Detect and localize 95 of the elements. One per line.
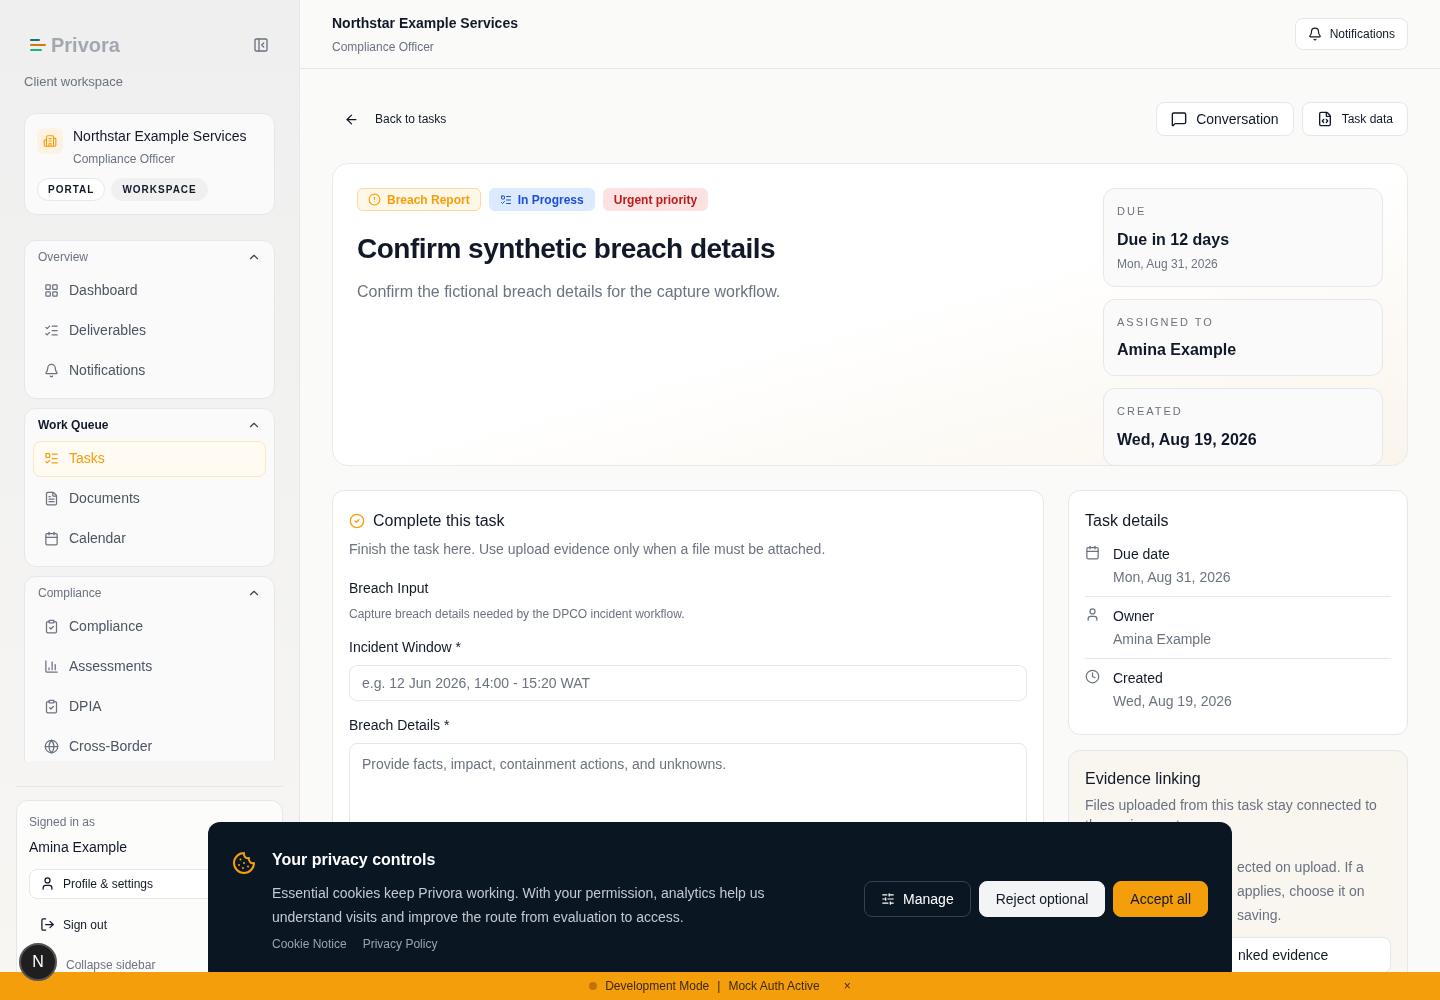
conversation-button[interactable]: Conversation — [1156, 102, 1294, 136]
file-code-icon — [1316, 111, 1333, 127]
policy-link[interactable]: Cookie Notice — [272, 935, 347, 953]
nav-item[interactable]: Assessments — [33, 648, 266, 685]
banner-text: Essential cookies keep Privora working. With your permission, analytics help us understand visits and improve the route from evaluation to access. — [272, 884, 766, 927]
meta-label: DUE — [1117, 204, 1148, 219]
detail-value: Amina Example — [1113, 630, 1212, 649]
meta-value: Wed, Aug 19, 2026 — [1117, 429, 1258, 450]
sidebar-toggle-icon[interactable] — [253, 37, 269, 53]
detail-value: Mon, Aug 31, 2026 — [1113, 568, 1231, 587]
page-subtitle: Compliance Officer — [332, 38, 435, 56]
section-title: Compliance — [38, 584, 102, 602]
logo-icon — [30, 38, 46, 52]
evidence-note-line: applies, choose it on — [1237, 882, 1365, 901]
bell-icon — [1307, 27, 1322, 41]
globe-icon — [44, 739, 59, 754]
mock-auth-label: Mock Auth Active — [728, 978, 820, 995]
building-icon — [37, 127, 63, 154]
nav-item[interactable]: Dashboard — [33, 272, 266, 309]
detail-label: Due date — [1113, 545, 1171, 564]
organization-name: Northstar Example Services — [73, 126, 247, 146]
field-label: Breach Details * — [349, 716, 451, 735]
cookie-button[interactable]: Reject optional — [978, 881, 1106, 917]
details-title: Task details — [1085, 511, 1170, 531]
task-title: Confirm synthetic breach details — [357, 232, 777, 266]
bar-chart-icon — [44, 659, 59, 674]
cookie-icon — [232, 851, 256, 875]
sliders-icon — [881, 892, 896, 906]
notifications-button[interactable]: Notifications — [1294, 18, 1408, 50]
section-title: Work Queue — [38, 416, 109, 434]
nav-item[interactable]: Calendar — [33, 520, 266, 557]
task-description: Confirm the fictional breach details for the capture workflow. — [357, 282, 781, 302]
meta-label: CREATED — [1117, 404, 1184, 419]
policy-link[interactable]: Privacy Policy — [362, 935, 438, 953]
evidence-note-line: saving. — [1237, 906, 1282, 925]
organization-role: Compliance Officer — [73, 150, 176, 168]
tag: WORKSPACE — [111, 177, 208, 201]
task-badge: In Progress — [488, 188, 595, 211]
brand-name: Privora — [51, 33, 120, 58]
user-name: Amina Example — [29, 837, 129, 857]
form-title: Complete this task — [373, 511, 505, 531]
tag: PORTAL — [37, 177, 106, 201]
form-hint: Finish the task here. Use upload evidence only when a file must be attached. — [349, 540, 827, 559]
task-data-button[interactable]: Task data — [1301, 102, 1408, 136]
bell-icon — [44, 363, 59, 378]
grid-icon — [44, 283, 59, 298]
form-section-hint: Capture breach details needed by the DPCO incident workflow. — [349, 606, 686, 623]
checklist-icon — [44, 451, 59, 466]
form-section-title: Breach Input — [349, 579, 430, 598]
back-link[interactable]: Back to tasks — [332, 110, 447, 128]
check-circle-icon — [349, 513, 365, 529]
separator: | — [717, 978, 721, 995]
banner-title: Your privacy controls — [272, 850, 437, 870]
clipboard-icon — [44, 699, 59, 714]
section-title: Overview — [38, 248, 88, 266]
sign-out-icon — [40, 917, 55, 932]
user-icon — [40, 876, 55, 891]
nav-item[interactable]: Compliance — [33, 608, 266, 645]
checklist-icon — [499, 193, 512, 206]
detail-value: Wed, Aug 19, 2026 — [1113, 692, 1232, 711]
nav-item[interactable]: Deliverables — [33, 312, 266, 349]
sidebar-link[interactable]: Sign out — [29, 910, 270, 939]
checklist-icon — [44, 323, 59, 338]
sidebar-link[interactable]: Collapse sidebar — [61, 950, 161, 979]
document-icon — [44, 491, 59, 506]
task-badge: Breach Report — [357, 188, 481, 211]
signed-in-label: Signed in as — [29, 813, 97, 831]
field-label: Incident Window * — [349, 638, 463, 657]
page-title: Northstar Example Services — [332, 13, 518, 33]
meta-value: Amina Example — [1117, 340, 1238, 360]
detail-label: Created — [1113, 669, 1164, 688]
nav-item[interactable]: Documents — [33, 480, 266, 517]
evidence-title: Evidence linking — [1085, 769, 1202, 789]
user-icon — [1085, 607, 1100, 622]
nav-item[interactable]: Notifications — [33, 352, 266, 389]
nav-item[interactable]: DPIA — [33, 688, 266, 725]
calendar-icon — [44, 531, 59, 546]
meta-detail: Mon, Aug 31, 2026 — [1117, 255, 1219, 273]
cookie-button[interactable]: Accept all — [1113, 881, 1208, 917]
cookie-button[interactable]: Manage — [864, 881, 971, 917]
chat-icon — [1171, 111, 1188, 127]
task-badge: Urgent priority — [602, 188, 709, 211]
dev-mode-label: Development Mode — [605, 978, 710, 995]
alert-icon — [368, 193, 381, 206]
evidence-note-line: ected on upload. If a — [1237, 858, 1364, 877]
calendar-icon — [1085, 545, 1100, 560]
close-button[interactable]: × — [843, 977, 851, 995]
clock-icon — [1085, 669, 1100, 684]
clipboard-icon — [44, 619, 59, 634]
detail-label: Owner — [1113, 607, 1156, 626]
meta-label: ASSIGNED TO — [1117, 314, 1215, 330]
workspace-label: Client workspace — [23, 73, 124, 91]
nav-item[interactable]: Cross-Border — [33, 728, 266, 761]
incident-window-field[interactable]: e.g. 12 Jun 2026, 14:00 - 15:20 WAT — [349, 665, 1027, 701]
meta-value: Due in 12 days — [1117, 229, 1231, 250]
